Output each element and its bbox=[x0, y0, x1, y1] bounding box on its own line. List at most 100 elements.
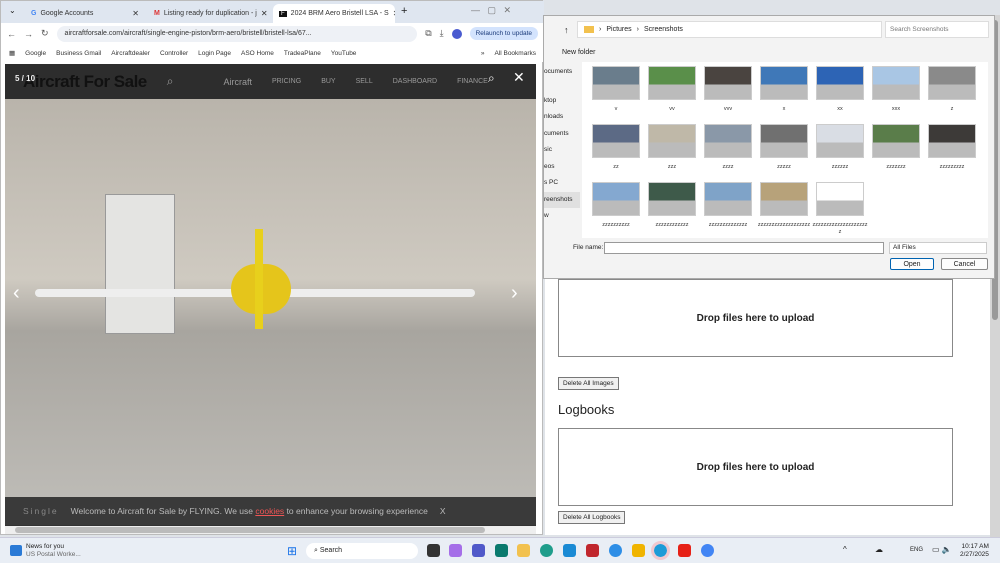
file-name[interactable]: zzzzzzzzzzzzzz bbox=[700, 222, 756, 229]
path-bar[interactable]: › Pictures › Screenshots bbox=[577, 21, 882, 38]
zoom-icon[interactable]: ⌕ bbox=[488, 71, 495, 86]
teams-icon[interactable] bbox=[472, 544, 485, 557]
nav-finance[interactable]: FINANCE bbox=[457, 78, 488, 85]
file-thumbnail[interactable] bbox=[928, 124, 976, 158]
nav-pricing[interactable]: PRICING bbox=[272, 78, 301, 85]
file-name[interactable]: x bbox=[756, 106, 812, 113]
app-icon[interactable] bbox=[563, 544, 576, 557]
bookmark[interactable]: ASO Home bbox=[241, 50, 274, 57]
windows-start-icon[interactable]: ⊞ bbox=[287, 544, 297, 558]
file-thumbnail[interactable] bbox=[872, 66, 920, 100]
clock[interactable]: 10:17 AM 2/27/2025 bbox=[960, 543, 989, 559]
tab-google-accounts[interactable]: G Google Accounts ✕ bbox=[25, 4, 145, 23]
file-thumbnail[interactable] bbox=[760, 66, 808, 100]
file-name[interactable]: zzzz bbox=[700, 164, 756, 171]
file-thumbnail[interactable] bbox=[648, 182, 696, 216]
cancel-button[interactable]: Cancel bbox=[941, 258, 988, 270]
bookmark[interactable]: Controller bbox=[160, 50, 188, 57]
tab-list-button[interactable]: ⌄ bbox=[9, 6, 16, 15]
more-bookmarks-icon[interactable]: » bbox=[481, 50, 485, 57]
file-thumbnail[interactable] bbox=[704, 182, 752, 216]
horizontal-scrollbar[interactable] bbox=[5, 526, 536, 534]
forward-icon[interactable]: → bbox=[24, 29, 33, 39]
file-thumbnail[interactable] bbox=[592, 66, 640, 100]
file-name[interactable]: zzzzz bbox=[756, 164, 812, 171]
file-thumbnail[interactable] bbox=[760, 182, 808, 216]
bookmark[interactable]: TradeaPlane bbox=[284, 50, 321, 57]
file-explorer-icon[interactable] bbox=[517, 544, 530, 557]
file-name[interactable]: xxx bbox=[868, 106, 924, 113]
file-name[interactable]: zzzzzzzzzzzzzzzzzzz bbox=[756, 222, 812, 229]
close-icon[interactable]: ✕ bbox=[132, 9, 139, 18]
address-bar[interactable]: aircraftforsale.com/aircraft/single-engi… bbox=[56, 25, 418, 42]
site-logo[interactable]: Aircraft For Sale bbox=[23, 72, 147, 92]
chrome-icon[interactable] bbox=[701, 544, 714, 557]
prev-image-button[interactable]: ‹ bbox=[13, 282, 20, 305]
file-thumbnail[interactable] bbox=[872, 124, 920, 158]
file-thumbnail[interactable] bbox=[592, 182, 640, 216]
tab-bristell[interactable]: F2024 BRM Aero Bristell LSA - S✕ bbox=[273, 4, 395, 23]
app-icon[interactable] bbox=[427, 544, 440, 557]
file-name[interactable]: zzzzzzz bbox=[868, 164, 924, 171]
relaunch-button[interactable]: Relaunch to update bbox=[469, 27, 538, 40]
file-thumbnail[interactable] bbox=[760, 124, 808, 158]
file-thumbnail[interactable] bbox=[648, 66, 696, 100]
nav-sell[interactable]: SELL bbox=[356, 78, 373, 85]
bookmark[interactable]: Aircraftdealer bbox=[111, 50, 150, 57]
taskbar-search[interactable]: ⌕ Search bbox=[306, 543, 418, 559]
profile-avatar[interactable] bbox=[451, 28, 462, 39]
file-name[interactable]: zzz bbox=[644, 164, 700, 171]
file-name[interactable]: zzzzzzzzz bbox=[924, 164, 980, 171]
all-bookmarks[interactable]: All Bookmarks bbox=[494, 50, 536, 57]
bookmark[interactable]: Google bbox=[25, 50, 46, 57]
file-name[interactable]: zzzzzzzzzzzz bbox=[644, 222, 700, 229]
active-app-icon[interactable] bbox=[651, 541, 670, 560]
onedrive-icon[interactable]: ☁ bbox=[875, 545, 883, 554]
edge-icon[interactable] bbox=[540, 544, 553, 557]
close-icon[interactable]: ✕ bbox=[261, 9, 268, 18]
cookies-link[interactable]: cookies bbox=[255, 506, 284, 516]
file-thumbnail[interactable] bbox=[704, 66, 752, 100]
file-name-input[interactable] bbox=[604, 242, 884, 254]
file-thumbnail[interactable] bbox=[648, 124, 696, 158]
download-icon[interactable]: ⤓ bbox=[440, 28, 444, 39]
close-icon[interactable]: ✕ bbox=[393, 9, 395, 18]
up-icon[interactable]: ↑ bbox=[564, 25, 569, 35]
new-folder-button[interactable]: New folder bbox=[562, 49, 595, 56]
file-name[interactable]: z bbox=[924, 106, 980, 113]
file-name[interactable]: vv bbox=[644, 106, 700, 113]
bookmark[interactable]: Business Gmail bbox=[56, 50, 101, 57]
file-name[interactable]: zzzzzzzzzzzzzzzzzzzzz bbox=[812, 222, 868, 236]
cookie-close-button[interactable]: X bbox=[440, 506, 446, 516]
file-type-select[interactable]: All Files bbox=[889, 242, 987, 254]
file-thumbnail[interactable] bbox=[816, 124, 864, 158]
bookmark[interactable]: Login Page bbox=[198, 50, 231, 57]
file-thumbnail[interactable] bbox=[816, 182, 864, 216]
youtube-icon[interactable] bbox=[678, 544, 691, 557]
logbook-dropzone[interactable]: Drop files here to upload bbox=[558, 428, 953, 506]
file-name[interactable]: vvv bbox=[700, 106, 756, 113]
file-name[interactable]: xx bbox=[812, 106, 868, 113]
reload-icon[interactable]: ↻ bbox=[41, 28, 49, 39]
back-icon[interactable]: ← bbox=[7, 29, 16, 39]
tray-overflow-icon[interactable]: ^ bbox=[843, 545, 847, 554]
close-lightbox-button[interactable]: ✕ bbox=[513, 69, 525, 86]
open-button[interactable]: Open bbox=[890, 258, 934, 270]
network-volume-icon[interactable]: ▭ 🔈 bbox=[932, 545, 952, 554]
mcafee-icon[interactable] bbox=[586, 544, 599, 557]
file-name[interactable]: zz bbox=[588, 164, 644, 171]
file-thumbnail[interactable] bbox=[592, 124, 640, 158]
next-image-button[interactable]: › bbox=[511, 282, 518, 305]
delete-all-images-button[interactable]: Delete All Images bbox=[558, 377, 619, 390]
file-thumbnail[interactable] bbox=[928, 66, 976, 100]
bookmark[interactable]: YouTube bbox=[331, 50, 357, 57]
news-widget[interactable]: News for you US Postal Worke... bbox=[26, 543, 81, 559]
image-dropzone[interactable]: Drop files here to upload bbox=[558, 279, 953, 357]
search-screenshots-input[interactable]: Search Screenshots bbox=[885, 21, 989, 38]
new-tab-button[interactable]: + bbox=[401, 5, 407, 17]
minimize-button[interactable]: — ▢ ✕ bbox=[471, 5, 511, 16]
nav-dashboard[interactable]: DASHBOARD bbox=[393, 78, 437, 85]
file-name[interactable]: zzzzzz bbox=[812, 164, 868, 171]
apps-icon[interactable]: ▦ bbox=[9, 49, 15, 57]
file-thumbnail[interactable] bbox=[704, 124, 752, 158]
